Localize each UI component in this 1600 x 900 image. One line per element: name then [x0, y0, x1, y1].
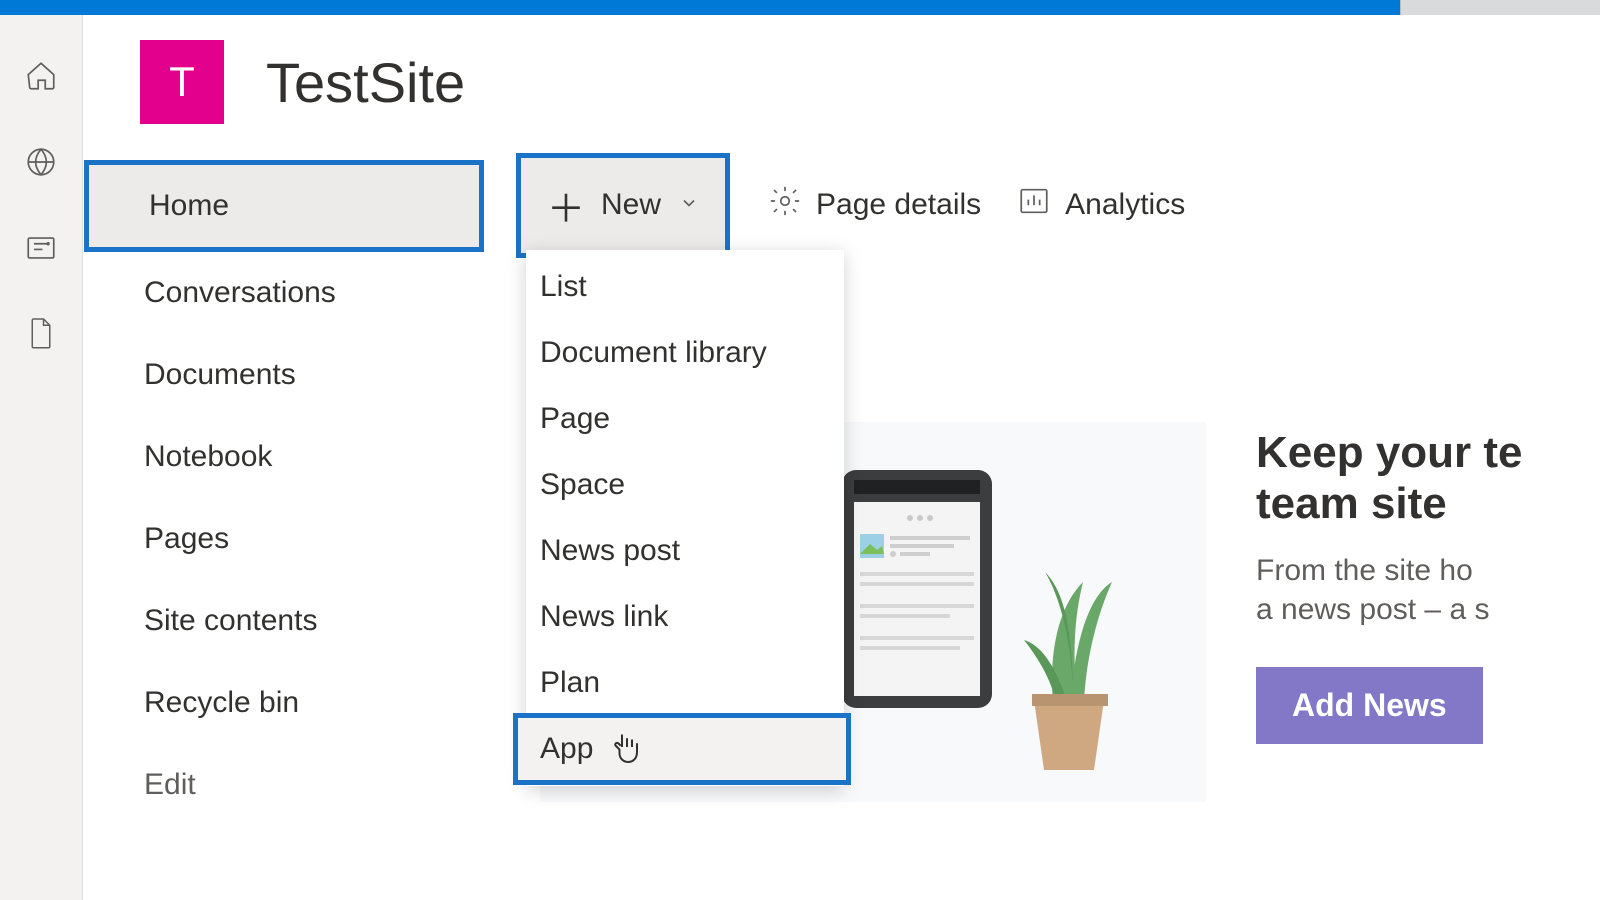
command-bar: ＋ New Page details Analytics: [516, 160, 1203, 250]
document-icon[interactable]: [20, 313, 62, 355]
new-dd-item-document-library[interactable]: Document library: [526, 320, 844, 386]
chevron-down-icon: [679, 193, 699, 218]
app-rail: [0, 15, 83, 900]
new-dd-item-news-post[interactable]: News post: [526, 518, 844, 584]
site-title: TestSite: [266, 50, 465, 115]
add-news-button[interactable]: Add News: [1256, 667, 1483, 744]
site-nav: Home Conversations Documents Notebook Pa…: [84, 160, 484, 826]
top-app-bar: [0, 0, 1600, 15]
nav-item-notebook[interactable]: Notebook: [84, 416, 484, 498]
promo-heading: Keep your te team site: [1256, 428, 1600, 529]
new-dropdown: List Document library Page Space News po…: [526, 250, 844, 786]
new-button-label: New: [601, 188, 661, 222]
nav-item-recycle-bin[interactable]: Recycle bin: [84, 662, 484, 744]
news-promo-card: Keep your te team site From the site ho …: [1256, 428, 1600, 744]
home-icon[interactable]: [20, 55, 62, 97]
new-button[interactable]: ＋ New: [516, 153, 730, 258]
analytics-button[interactable]: Analytics: [999, 164, 1203, 246]
new-dd-item-space[interactable]: Space: [526, 452, 844, 518]
site-logo[interactable]: T: [140, 40, 224, 124]
new-dd-item-app[interactable]: App: [516, 716, 848, 782]
gear-icon: [768, 184, 802, 226]
site-header: T TestSite: [140, 40, 465, 124]
new-dd-item-news-link[interactable]: News link: [526, 584, 844, 650]
nav-item-conversations[interactable]: Conversations: [84, 252, 484, 334]
page-details-label: Page details: [816, 188, 981, 222]
new-dd-item-page[interactable]: Page: [526, 386, 844, 452]
analytics-icon: [1017, 184, 1051, 226]
news-icon[interactable]: [20, 227, 62, 269]
nav-edit-link[interactable]: Edit: [84, 744, 484, 826]
news-illustration: [838, 422, 1208, 802]
top-bar-right-slot: [1400, 0, 1600, 15]
pointer-cursor-icon: [612, 732, 642, 777]
promo-body: From the site ho a news post – a s: [1256, 551, 1600, 629]
nav-item-home[interactable]: Home: [84, 160, 484, 252]
analytics-label: Analytics: [1065, 188, 1185, 222]
nav-item-documents[interactable]: Documents: [84, 334, 484, 416]
new-dd-item-list[interactable]: List: [526, 254, 844, 320]
nav-item-pages[interactable]: Pages: [84, 498, 484, 580]
new-dd-item-plan[interactable]: Plan: [526, 650, 844, 716]
plus-icon: ＋: [547, 178, 585, 233]
page-details-button[interactable]: Page details: [750, 164, 999, 246]
globe-icon[interactable]: [20, 141, 62, 183]
nav-item-site-contents[interactable]: Site contents: [84, 580, 484, 662]
